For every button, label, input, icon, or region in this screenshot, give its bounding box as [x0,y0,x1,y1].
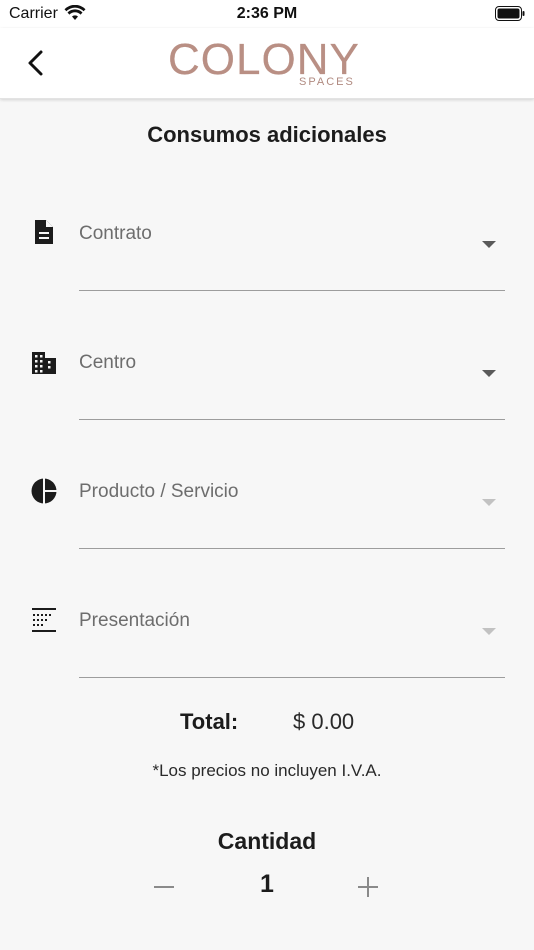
chevron-down-icon [482,241,496,248]
presentacion-underline [79,677,505,678]
chevron-down-icon [482,499,496,506]
app-header: COLONY SPACES [0,28,534,99]
total-value: $ 0.00 [293,709,355,734]
contrato-dropdown[interactable]: Contrato [0,210,534,320]
logo-subtitle: SPACES [299,76,355,88]
contrato-label: Contrato [79,223,152,244]
clock: 2:36 PM [236,5,298,22]
increase-quantity-button[interactable] [356,871,380,903]
presentacion-dropdown[interactable]: Presentación [0,597,534,707]
centro-dropdown[interactable]: Centro [0,339,534,449]
presentacion-label: Presentación [79,610,190,631]
building-icon [32,352,56,374]
tax-note: *Los precios no incluyen I.V.A. [152,761,382,780]
quantity-title: Cantidad [217,828,317,854]
producto-servicio-underline [79,548,505,549]
total-label: Total: [180,709,239,734]
back-arrow-icon[interactable] [24,46,50,80]
chevron-down-icon [482,628,496,635]
quantity-value: 1 [260,870,274,898]
list-grid-icon [32,608,56,632]
pie-chart-icon [31,477,58,505]
contrato-underline [79,290,505,291]
producto-servicio-dropdown[interactable]: Producto / Servicio [0,468,534,578]
producto-servicio-label: Producto / Servicio [79,481,239,502]
centro-underline [79,419,505,420]
status-bar: Carrier 2:36 PM [0,0,534,28]
chevron-down-icon [482,370,496,377]
centro-label: Centro [79,352,137,373]
colony-spaces-logo: COLONY SPACES [168,35,368,90]
page-title: Consumos adicionales [147,122,387,147]
document-icon [35,220,53,244]
battery-icon [495,6,525,21]
